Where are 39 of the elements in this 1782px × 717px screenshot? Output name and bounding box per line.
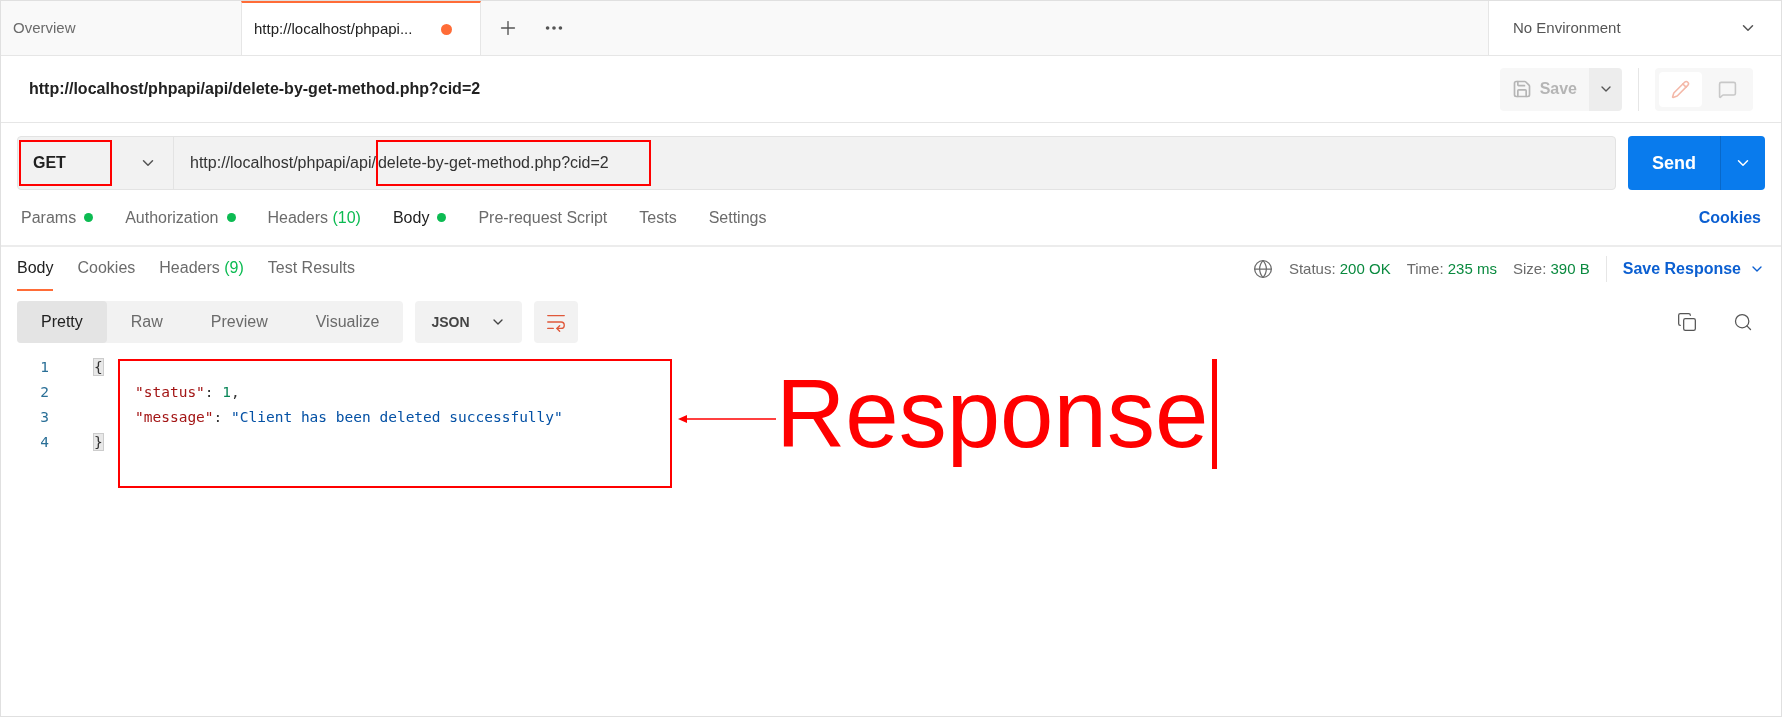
- request-section-tab[interactable]: Settings: [708, 205, 767, 230]
- code-line: "message": "Client has been deleted successfully": [134, 408, 563, 427]
- save-response-button[interactable]: Save Response: [1622, 257, 1765, 281]
- environment-select[interactable]: No Environment: [1488, 1, 1781, 55]
- save-icon: [1511, 79, 1532, 99]
- response-tab[interactable]: Body: [17, 247, 54, 291]
- view-mode-tab[interactable]: Preview: [186, 301, 292, 343]
- annotation-label: Response: [776, 358, 1209, 469]
- request-section-tab[interactable]: Pre-request Script: [478, 205, 608, 230]
- request-section-tab[interactable]: Tests: [639, 205, 677, 230]
- request-section-tab[interactable]: Body: [392, 205, 447, 230]
- request-title: http://localhost/phpapi/api/delete-by-get-method.php?cid=2: [29, 79, 482, 99]
- cookies-link[interactable]: Cookies: [1698, 205, 1761, 230]
- line-number: 2: [39, 383, 50, 402]
- wrap-button[interactable]: [533, 301, 578, 343]
- response-tab[interactable]: Headers (9): [159, 247, 244, 291]
- request-section-tab[interactable]: Headers (10): [267, 205, 361, 230]
- response-stat: Status: 200 OK: [1288, 258, 1391, 279]
- copy-icon[interactable]: [1677, 312, 1697, 332]
- response-tab[interactable]: Test Results: [267, 247, 355, 291]
- line-number: 3: [39, 408, 50, 427]
- request-section-tab[interactable]: Authorization: [125, 205, 236, 230]
- view-mode-tab[interactable]: Visualize: [291, 301, 404, 343]
- pencil-icon: [1671, 79, 1690, 99]
- response-tab[interactable]: Cookies: [77, 247, 136, 291]
- line-number: 4: [39, 433, 50, 452]
- request-tab[interactable]: Overview: [1, 1, 241, 55]
- response-stat: Size: 390 B: [1513, 258, 1590, 279]
- format-select[interactable]: JSON: [415, 301, 522, 343]
- response-stat: Time: 235 ms: [1406, 258, 1497, 279]
- globe-icon[interactable]: [1252, 259, 1273, 279]
- code-line: "status": 1,: [134, 383, 240, 402]
- view-mode-tab[interactable]: Pretty: [17, 301, 107, 343]
- view-mode-tab[interactable]: Raw: [106, 301, 187, 343]
- comment-icon: [1718, 79, 1737, 99]
- search-icon[interactable]: [1733, 312, 1753, 332]
- request-section-tab[interactable]: Params: [21, 205, 94, 230]
- line-number: 1: [39, 358, 50, 377]
- request-tab[interactable]: http://localhost/phpapi...: [241, 1, 481, 55]
